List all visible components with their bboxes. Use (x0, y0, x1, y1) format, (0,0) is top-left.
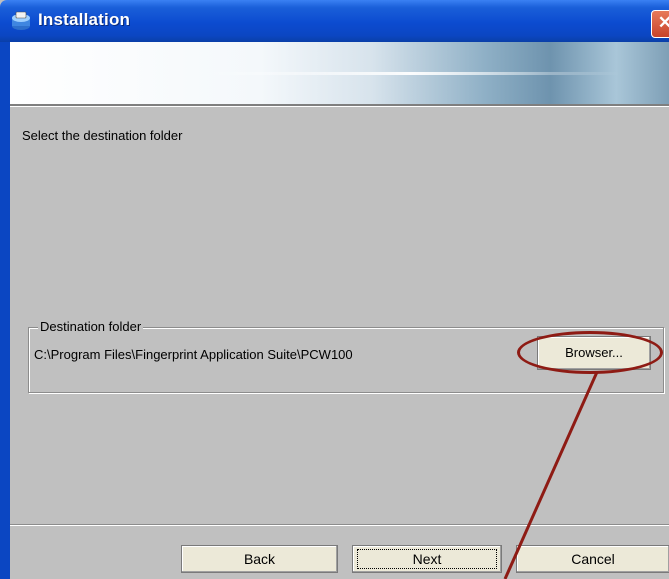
banner-divider (10, 104, 669, 107)
installation-window: Installation ✕ Select the destination fo… (0, 0, 669, 579)
window-title: Installation (38, 10, 131, 29)
installer-icon (12, 11, 30, 30)
annotation-ellipse (517, 331, 663, 374)
title-bar[interactable]: Installation ✕ (0, 0, 669, 42)
banner-light-streak (200, 72, 620, 75)
window-frame-left (0, 42, 10, 579)
destination-folder-legend: Destination folder (38, 319, 144, 334)
cancel-button[interactable]: Cancel (516, 545, 669, 573)
close-icon[interactable]: ✕ (651, 10, 669, 38)
header-banner (10, 42, 669, 104)
destination-path-text: C:\Program Files\Fingerprint Application… (34, 347, 353, 362)
back-button[interactable]: Back (181, 545, 338, 573)
instruction-text: Select the destination folder (22, 128, 183, 143)
next-button-label: Next (357, 549, 497, 569)
next-button[interactable]: Next (352, 545, 502, 573)
button-separator (10, 524, 669, 526)
